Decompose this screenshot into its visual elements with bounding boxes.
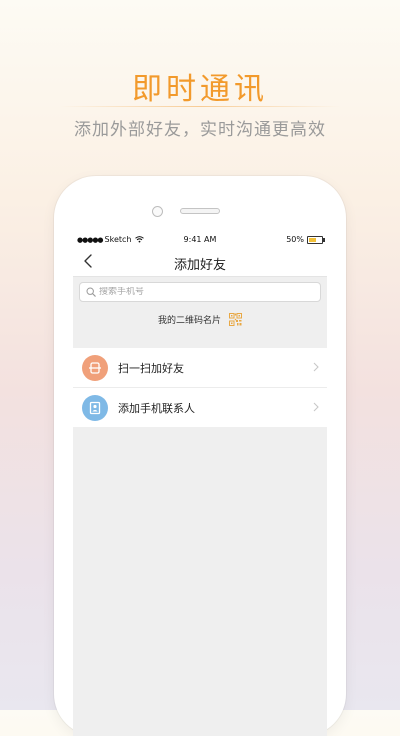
speaker-grill (180, 208, 220, 214)
phone-frame: ●●●●● Sketch 9:41 AM 50% 添加好友 搜索手机号 我的二维… (54, 176, 346, 736)
battery-percent: 50% (286, 235, 304, 244)
promo-title: 即时通讯 (132, 72, 268, 107)
search-input[interactable] (99, 287, 299, 297)
app-screen: ●●●●● Sketch 9:41 AM 50% 添加好友 搜索手机号 我的二维… (73, 232, 327, 736)
promo-divider (60, 106, 340, 107)
chevron-right-icon (313, 402, 319, 412)
camera-icon (152, 206, 163, 217)
contacts-icon (82, 394, 108, 421)
list-item-label: 扫一扫加好友 (118, 361, 184, 375)
scan-icon (82, 354, 108, 381)
search-area (73, 277, 327, 307)
battery-tip (323, 237, 325, 242)
promo-subtitle: 添加外部好友，实时沟通更高效 (74, 120, 326, 140)
page-title: 添加好友 (173, 258, 226, 273)
list-item-label: 添加手机联系人 (118, 401, 195, 415)
status-bar: ●●●●● Sketch 9:41 AM 50% (73, 232, 327, 248)
search-icon (86, 287, 96, 297)
chevron-right-icon (313, 362, 319, 372)
qr-card-label: 我的二维码名片 (157, 315, 221, 326)
list-item-scan[interactable]: 扫一扫加好友 (73, 348, 327, 388)
battery-fill (309, 237, 316, 242)
qr-code-icon (229, 312, 242, 326)
qr-card-row[interactable]: 我的二维码名片 (73, 310, 327, 328)
list-item-contacts[interactable]: 添加手机联系人 (73, 388, 327, 427)
nav-bar: 添加好友 (73, 248, 327, 277)
battery-icon (307, 235, 325, 244)
add-options-list: 扫一扫加好友 添加手机联系人 (73, 348, 327, 427)
search-box[interactable] (79, 282, 321, 302)
status-right: 50% (286, 235, 325, 244)
